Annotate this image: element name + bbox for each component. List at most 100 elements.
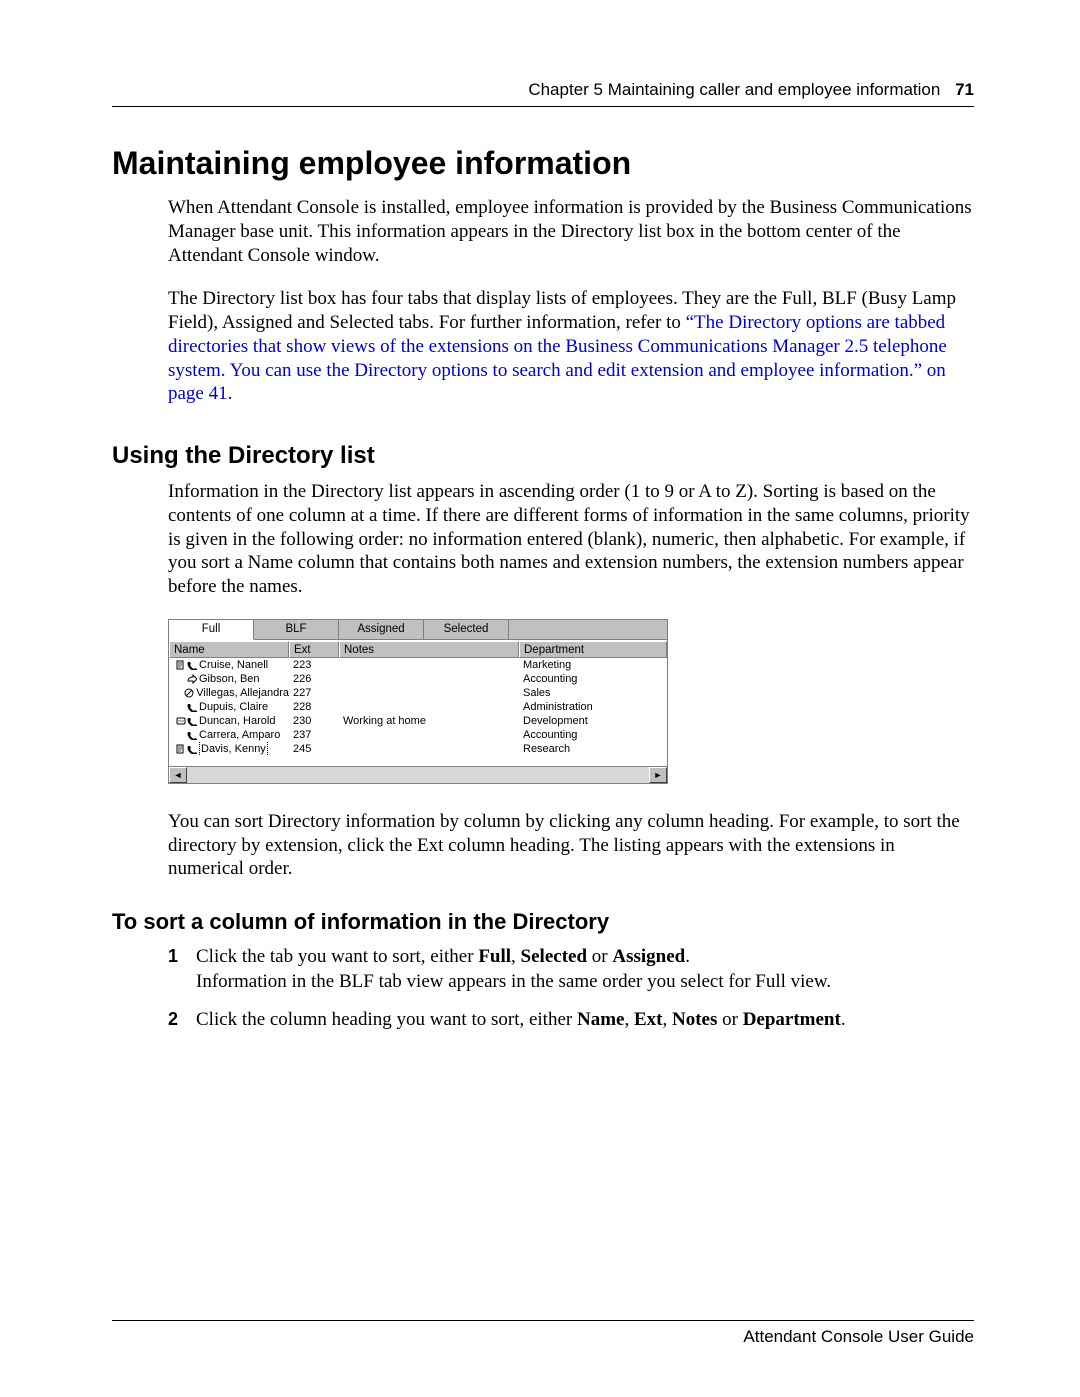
table-row[interactable]: Davis, Kenny 245 Research bbox=[169, 742, 667, 756]
s1-text: Click the tab you want to sort, either bbox=[196, 946, 478, 967]
s2-sep1: , bbox=[624, 1009, 634, 1030]
cell-name: Villegas, Allejandra bbox=[169, 686, 289, 700]
note-icon bbox=[176, 660, 186, 670]
column-header-name[interactable]: Name bbox=[169, 641, 289, 658]
cell-department: Accounting bbox=[519, 728, 667, 742]
page-number: 71 bbox=[955, 80, 974, 99]
chapter-label: Chapter 5 Maintaining caller and employe… bbox=[528, 80, 940, 99]
s2-end: . bbox=[841, 1009, 846, 1030]
cell-ext: 237 bbox=[289, 728, 339, 742]
cell-notes bbox=[339, 658, 519, 672]
scroll-track[interactable] bbox=[187, 767, 649, 783]
tab-full[interactable]: Full bbox=[169, 620, 254, 640]
cell-notes bbox=[339, 686, 519, 700]
heading-3: To sort a column of information in the D… bbox=[112, 909, 974, 935]
heading-2: Using the Directory list bbox=[112, 442, 974, 470]
table-row[interactable]: Villegas, Allejandra227 Sales bbox=[169, 686, 667, 700]
employee-name: Gibson, Ben bbox=[199, 672, 260, 686]
cell-notes bbox=[339, 742, 519, 756]
phone-icon bbox=[187, 702, 197, 712]
cell-department: Sales bbox=[519, 686, 667, 700]
dirlist-paragraph: Information in the Directory list appear… bbox=[168, 480, 974, 599]
status-icons bbox=[173, 660, 197, 670]
phone-icon bbox=[187, 716, 197, 726]
column-header-department[interactable]: Department bbox=[519, 641, 667, 658]
scroll-left-button[interactable]: ◄ bbox=[169, 767, 187, 783]
scroll-right-button[interactable]: ► bbox=[649, 767, 667, 783]
msg-icon bbox=[176, 716, 186, 726]
status-icons bbox=[173, 702, 197, 712]
tab-selected[interactable]: Selected bbox=[424, 620, 509, 640]
dnd-icon bbox=[184, 688, 194, 698]
intro-paragraph-2: The Directory list box has four tabs tha… bbox=[168, 287, 974, 406]
employee-name: Davis, Kenny bbox=[199, 742, 268, 756]
page: Chapter 5 Maintaining caller and employe… bbox=[0, 0, 1080, 1397]
running-footer: Attendant Console User Guide bbox=[112, 1320, 974, 1347]
directory-list-box: Full BLF Assigned Selected Name Ext Note… bbox=[168, 619, 668, 784]
tab-assigned[interactable]: Assigned bbox=[339, 620, 424, 640]
cell-notes bbox=[339, 700, 519, 714]
s1-bold-assigned: Assigned bbox=[612, 946, 685, 967]
steps-block: 1 Click the tab you want to sort, either… bbox=[168, 945, 974, 1033]
s2-bold-name: Name bbox=[577, 1009, 624, 1030]
employee-name: Villegas, Allejandra bbox=[196, 686, 289, 700]
cell-name: Carrera, Amparo bbox=[169, 728, 289, 742]
phone-icon bbox=[187, 744, 197, 754]
table-row[interactable]: Cruise, Nanell 223 Marketing bbox=[169, 658, 667, 672]
cell-notes: Working at home bbox=[339, 714, 519, 728]
s1-bold-selected: Selected bbox=[521, 946, 587, 967]
fwd-icon bbox=[187, 674, 197, 684]
table-row[interactable]: Gibson, Ben226Accounting bbox=[169, 672, 667, 686]
note-icon bbox=[176, 744, 186, 754]
cell-notes bbox=[339, 672, 519, 686]
column-headers: Name Ext Notes Department bbox=[169, 641, 667, 658]
status-icons bbox=[173, 674, 197, 684]
p2-post: . bbox=[228, 383, 233, 404]
table-row[interactable]: Duncan, Harold 230Working at homeDevelopm… bbox=[169, 714, 667, 728]
sort-paragraph: You can sort Directory information by co… bbox=[168, 810, 974, 881]
body-content-2: Information in the Directory list appear… bbox=[168, 480, 974, 881]
footer-text: Attendant Console User Guide bbox=[743, 1327, 974, 1346]
s1-sep2: or bbox=[587, 946, 612, 967]
status-icons bbox=[173, 730, 197, 740]
column-header-ext[interactable]: Ext bbox=[289, 641, 339, 658]
s1-end: . bbox=[685, 946, 690, 967]
cell-name: Duncan, Harold bbox=[169, 714, 289, 728]
column-header-notes[interactable]: Notes bbox=[339, 641, 519, 658]
s2-sep3: or bbox=[717, 1009, 742, 1030]
s2-sep2: , bbox=[662, 1009, 672, 1030]
employee-name: Carrera, Amparo bbox=[199, 728, 280, 742]
employee-name: Dupuis, Claire bbox=[199, 700, 268, 714]
status-icons bbox=[173, 716, 197, 726]
cell-department: Marketing bbox=[519, 658, 667, 672]
s1-bold-full: Full bbox=[478, 946, 511, 967]
cell-name: Cruise, Nanell bbox=[169, 658, 289, 672]
table-row[interactable]: Dupuis, Claire228Administration bbox=[169, 700, 667, 714]
heading-1: Maintaining employee information bbox=[112, 145, 974, 182]
cell-name: Davis, Kenny bbox=[169, 742, 289, 756]
step-number: 1 bbox=[168, 945, 178, 968]
running-header: Chapter 5 Maintaining caller and employe… bbox=[112, 80, 974, 107]
employee-name: Duncan, Harold bbox=[199, 714, 275, 728]
cell-ext: 245 bbox=[289, 742, 339, 756]
directory-tabs: Full BLF Assigned Selected bbox=[169, 620, 667, 640]
cell-department: Research bbox=[519, 742, 667, 756]
employee-name: Cruise, Nanell bbox=[199, 658, 268, 672]
directory-rows: Cruise, Nanell 223 MarketingGibson, Ben226… bbox=[169, 658, 667, 766]
cell-ext: 227 bbox=[289, 686, 339, 700]
s1-sep1: , bbox=[511, 946, 521, 967]
cell-ext: 223 bbox=[289, 658, 339, 672]
s2-bold-ext: Ext bbox=[634, 1009, 663, 1030]
s2-bold-department: Department bbox=[743, 1009, 841, 1030]
cell-ext: 230 bbox=[289, 714, 339, 728]
cell-notes bbox=[339, 728, 519, 742]
cell-department: Administration bbox=[519, 700, 667, 714]
phone-icon bbox=[187, 730, 197, 740]
cell-department: Development bbox=[519, 714, 667, 728]
tab-blf[interactable]: BLF bbox=[254, 620, 339, 640]
table-row[interactable]: Carrera, Amparo 237 Accounting bbox=[169, 728, 667, 742]
phone-icon bbox=[187, 660, 197, 670]
s2-text: Click the column heading you want to sor… bbox=[196, 1009, 577, 1030]
cell-name: Dupuis, Claire bbox=[169, 700, 289, 714]
intro-paragraph-1: When Attendant Console is installed, emp… bbox=[168, 196, 974, 267]
